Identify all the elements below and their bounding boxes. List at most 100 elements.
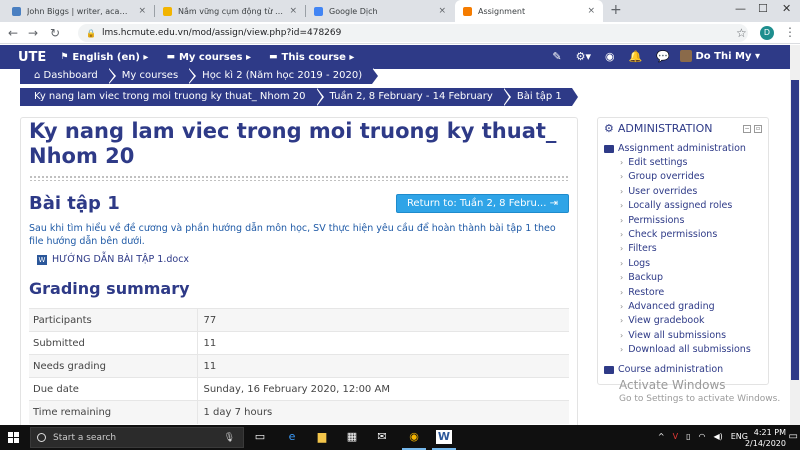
taskbar-clock[interactable]: 4:21 PM 2/14/2020	[745, 427, 786, 449]
microphone-icon[interactable]: 🎙	[224, 433, 235, 443]
chrome-icon[interactable]: ◉	[406, 430, 422, 444]
browser-menu-icon[interactable]: ⋮	[784, 25, 796, 39]
admin-item[interactable]: › User overrides	[620, 185, 762, 199]
browser-tabstrip: John Biggs | writer, academic, tra × Nắm…	[0, 0, 800, 22]
administration-block: ⚙ ADMINISTRATION − ▫ Assignment administ…	[597, 117, 769, 385]
dock-icon[interactable]: ▫	[754, 124, 762, 133]
assignment-administration-node[interactable]: Assignment administration	[604, 143, 762, 154]
breadcrumb-week[interactable]: Tuần 2, 8 February - 14 February	[316, 88, 512, 106]
messages-icon[interactable]: 💬	[656, 50, 670, 63]
admin-item[interactable]: › View all submissions	[620, 329, 762, 343]
breadcrumb-dashboard[interactable]: ⌂ Dashboard	[20, 68, 116, 84]
admin-menu: › Edit settings › Group overrides › User ov…	[620, 156, 762, 357]
address-bar[interactable]: 🔒 lms.hcmute.edu.vn/mod/assign/view.php?…	[78, 24, 748, 42]
breadcrumb-my-courses[interactable]: My courses	[108, 68, 197, 84]
site-favicon-icon	[163, 6, 172, 16]
table-row: Time remaining 1 day 7 hours	[29, 400, 569, 424]
site-brand[interactable]: UTE	[18, 50, 46, 65]
admin-item[interactable]: › View gradebook	[620, 314, 762, 328]
edit-icon[interactable]: ✎	[552, 50, 561, 63]
breadcrumb-course[interactable]: Ky nang lam viec trong moi truong ky thu…	[20, 88, 324, 106]
user-menu[interactable]: Do Thi My ▾	[679, 50, 760, 62]
page-scrollbar[interactable]	[790, 45, 800, 425]
scrollbar-thumb[interactable]	[791, 80, 799, 380]
close-window-icon[interactable]: ✕	[782, 2, 791, 15]
admin-item[interactable]: › Logs	[620, 257, 762, 271]
task-view-icon[interactable]: ▭	[252, 430, 268, 444]
word-icon[interactable]: W	[436, 430, 452, 444]
help-icon[interactable]: ◉	[605, 50, 615, 63]
tab-close-icon[interactable]: ×	[587, 6, 595, 16]
breadcrumb-semester[interactable]: Học kì 2 (Năm học 2019 - 2020)	[188, 68, 381, 84]
language-menu[interactable]: ⚑ English (en) ▸	[60, 52, 148, 63]
admin-item[interactable]: › Check permissions	[620, 228, 762, 242]
breadcrumb-assignment[interactable]: Bài tập 1	[503, 88, 580, 106]
admin-item[interactable]: › Download all submissions	[620, 343, 762, 357]
admin-item[interactable]: › Backup	[620, 271, 762, 285]
browser-tab[interactable]: Nắm vững cụm động từ với get, ×	[155, 0, 305, 22]
search-placeholder: Start a search	[53, 432, 117, 443]
admin-item[interactable]: › Locally assigned roles	[620, 199, 762, 213]
taskbar-search[interactable]: Start a search 🎙	[30, 427, 244, 448]
breadcrumb: ⌂ Dashboard My courses Học kì 2 (Năm học…	[20, 68, 381, 84]
volume-icon[interactable]: ◀)	[713, 432, 722, 441]
activation-watermark: Activate Windows	[619, 378, 726, 392]
briefcase-icon: ▬	[166, 52, 175, 62]
settings-gear-icon[interactable]: ⚙▾	[576, 50, 591, 63]
gears-icon: ⚙	[604, 122, 614, 135]
tab-close-icon[interactable]: ×	[289, 6, 297, 16]
tab-close-icon[interactable]: ×	[438, 6, 446, 16]
avatar	[679, 50, 692, 62]
new-tab-button[interactable]: +	[610, 2, 622, 18]
browser-tab-active[interactable]: Assignment ×	[455, 0, 603, 22]
table-row: Participants 77	[29, 308, 569, 332]
network-icon[interactable]: ▯	[686, 432, 690, 441]
admin-item[interactable]: › Filters	[620, 242, 762, 256]
minimize-icon[interactable]: —	[735, 2, 746, 15]
site-navbar: UTE ⚑ English (en) ▸ ▬ My courses ▸ ▬ This …	[0, 45, 790, 69]
admin-item[interactable]: › Edit settings	[620, 156, 762, 170]
site-favicon-icon	[12, 6, 21, 16]
notifications-bell-icon[interactable]: 🔔	[629, 50, 643, 63]
collapse-icon[interactable]: −	[743, 124, 751, 133]
back-icon[interactable]: ←	[8, 26, 18, 40]
start-button[interactable]	[8, 432, 19, 443]
assignment-title: Bài tập 1	[29, 193, 120, 214]
page-title: Ky nang lam viec trong moi truong ky thu…	[29, 119, 557, 168]
admin-item[interactable]: › Permissions	[620, 214, 762, 228]
course-administration-node[interactable]: Course administration	[604, 364, 723, 375]
profile-avatar[interactable]: D	[760, 26, 774, 40]
this-course-menu[interactable]: ▬ This course ▸	[269, 52, 354, 63]
action-center-icon[interactable]: ▭	[789, 431, 798, 442]
admin-item[interactable]: › Restore	[620, 286, 762, 300]
wifi-icon[interactable]: ◠	[698, 432, 705, 441]
bookmark-star-icon[interactable]: ☆	[736, 26, 747, 40]
activation-watermark-subtext: Go to Settings to activate Windows.	[619, 394, 781, 404]
admin-item[interactable]: › Advanced grading	[620, 300, 762, 314]
tray-chevron-icon[interactable]: ^	[658, 432, 665, 441]
word-document-icon: W	[37, 254, 47, 265]
store-icon[interactable]: ▦	[344, 430, 360, 444]
folder-icon	[604, 144, 614, 153]
edge-icon[interactable]: e	[284, 430, 300, 444]
admin-item[interactable]: › Group overrides	[620, 170, 762, 184]
attachment-name: HƯỚNG DẪN BÀI TẬP 1.docx	[52, 254, 190, 265]
main-content: Ky nang lam viec trong moi truong ky thu…	[20, 117, 578, 437]
file-explorer-icon[interactable]: ▆	[314, 430, 330, 444]
reload-icon[interactable]: ↻	[50, 26, 60, 40]
forward-icon[interactable]: →	[28, 26, 38, 40]
maximize-icon[interactable]: ☐	[758, 2, 768, 15]
browser-tab[interactable]: John Biggs | writer, academic, tra ×	[4, 0, 154, 22]
windows-taskbar: Start a search 🎙 ▭ e ▆ ▦ ✉ ◉ W ^ V ▯ ◠ ◀…	[0, 425, 800, 450]
cortana-icon	[37, 433, 46, 442]
attachment-link[interactable]: W HƯỚNG DẪN BÀI TẬP 1.docx	[29, 254, 569, 265]
my-courses-menu[interactable]: ▬ My courses ▸	[166, 52, 251, 63]
breadcrumb: Ky nang lam viec trong moi truong ky thu…	[20, 88, 580, 106]
divider	[29, 175, 569, 181]
browser-tab[interactable]: Google Dịch ×	[306, 0, 454, 22]
lock-icon: 🔒	[86, 28, 96, 38]
return-to-section-button[interactable]: Return to: Tuần 2, 8 Febru... ⇥	[395, 194, 569, 213]
mail-icon[interactable]: ✉	[374, 430, 390, 444]
antivirus-icon[interactable]: V	[673, 432, 678, 441]
tab-close-icon[interactable]: ×	[138, 6, 146, 16]
